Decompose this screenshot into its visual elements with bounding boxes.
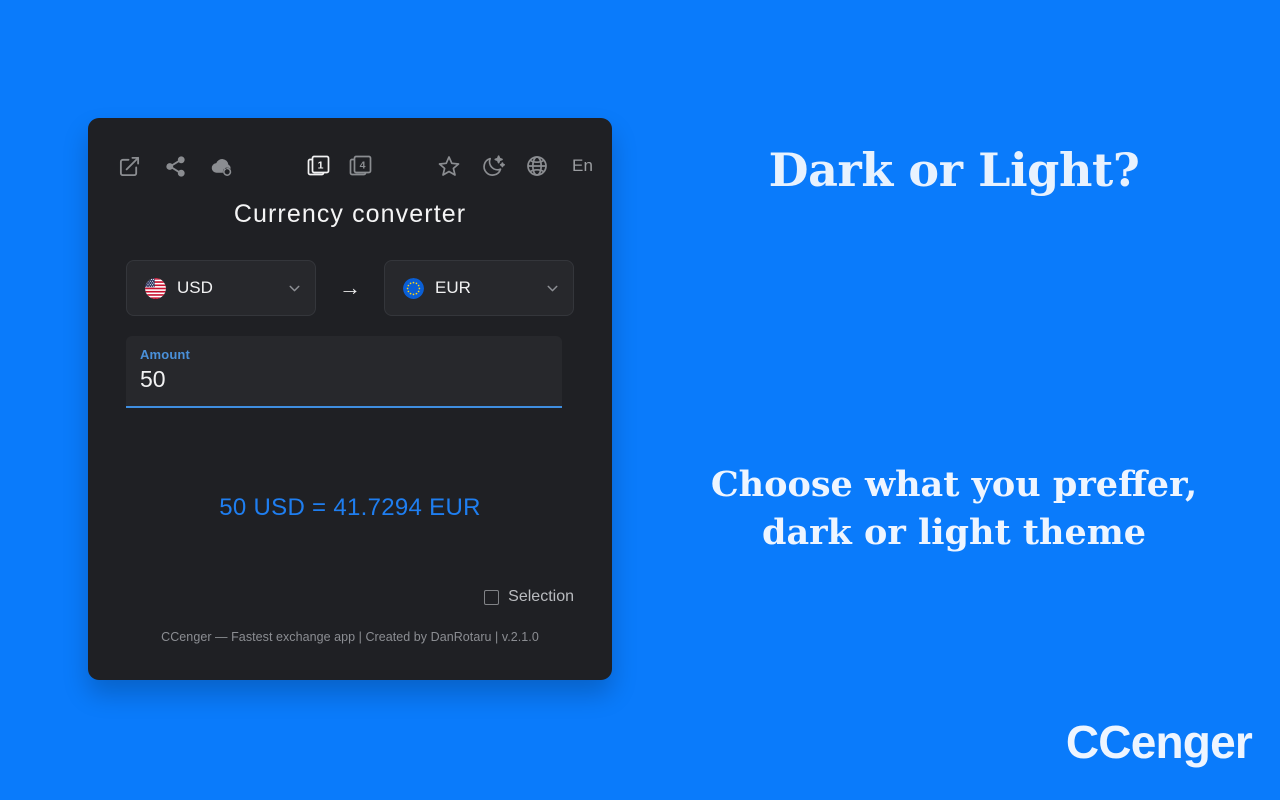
language-code-label[interactable]: En [572,156,593,176]
moon-stars-icon[interactable] [480,153,506,179]
selection-label: Selection [508,588,574,605]
cards-four-icon[interactable]: 4 [348,153,374,179]
amount-input[interactable]: Amount 50 [126,336,562,408]
toolbar-card-count-group: 1 4 [306,153,374,179]
app-footer-text: CCenger — Fastest exchange app | Created… [161,630,539,644]
brand-logo: CCenger [1065,716,1253,768]
promo-subtitle-line-2: dark or light theme [761,512,1147,553]
promo-heading: Dark or Light? [768,143,1140,197]
share-icon[interactable] [162,153,188,179]
app-toolbar: 1 4 En [88,146,612,186]
cards-one-icon[interactable]: 1 [306,153,332,179]
conversion-arrow-icon: → [339,275,361,300]
promo-subtitle: Choose what you preffer, dark or light t… [628,461,1280,557]
cloud-sync-icon[interactable] [208,153,234,179]
converter-app-card: 1 4 En Currency converter USD → EUR Amou… [88,118,612,680]
chevron-down-icon [286,280,303,297]
page-title: Currency converter [233,200,467,228]
conversion-result: 50 USD = 41.7294 EUR [219,494,481,521]
eu-flag-icon [403,277,424,299]
us-flag-icon [145,277,166,299]
svg-text:4: 4 [360,160,366,172]
toolbar-right-group: En [436,153,593,179]
currency-selection-row: USD → EUR [126,260,574,316]
selection-checkbox[interactable] [484,589,500,605]
selection-checkbox-row[interactable]: Selection [484,588,574,606]
star-icon[interactable] [436,153,462,179]
from-currency-select[interactable]: USD [126,260,316,316]
globe-icon[interactable] [524,153,550,179]
promo-subtitle-line-1: Choose what you preffer, [710,464,1198,505]
to-currency-select[interactable]: EUR [384,260,574,316]
amount-label: Amount [140,347,190,362]
external-link-icon[interactable] [116,153,142,179]
amount-value[interactable]: 50 [140,366,562,393]
to-currency-code: EUR [435,278,471,297]
from-currency-code: USD [177,278,213,297]
svg-text:1: 1 [318,160,324,172]
toolbar-left-group [116,153,234,179]
chevron-down-icon [544,280,561,297]
